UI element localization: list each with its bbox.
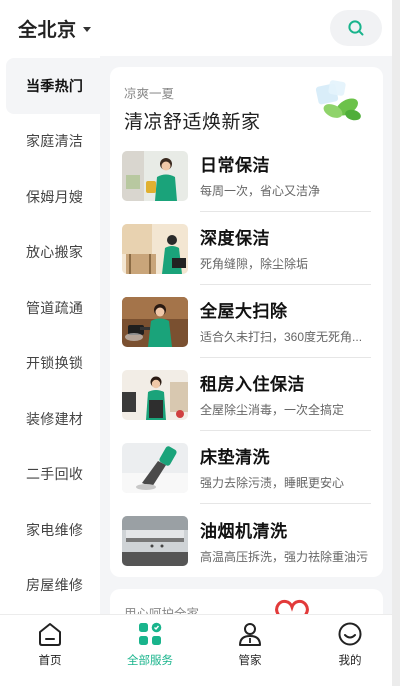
sidebar-item-seasonal[interactable]: 当季热门 [6, 58, 100, 114]
sidebar-item-home-cleaning[interactable]: 家庭清洁 [0, 114, 100, 170]
service-desc: 每周一次，省心又洁净 [200, 184, 321, 198]
search-icon [348, 20, 364, 36]
tab-label: 全部服务 [127, 655, 173, 667]
service-item-move-in-cleaning[interactable]: 租房入住保洁 全屋除尘消毒，一次全搞定 [122, 358, 383, 431]
range-hood-photo [122, 515, 188, 566]
mattress-photo [122, 442, 188, 493]
service-card: 凉爽一夏 清凉舒适焕新家 日常保洁 每周一次，省心又洁净 深度保洁 死角缝隙，除… [110, 67, 383, 577]
daily-cleaning-photo [122, 150, 188, 201]
service-name: 租房入住保洁 [200, 375, 305, 394]
service-desc: 适合久未打扫，360度无死角... [200, 330, 363, 344]
tab-label: 我的 [338, 655, 362, 667]
home-icon [39, 623, 61, 646]
sidebar-item-renovation[interactable]: 装修建材 [0, 391, 100, 447]
sidebar-item-appliance-repair[interactable]: 家电维修 [0, 502, 100, 558]
sidebar-item-moving[interactable]: 放心搬家 [0, 225, 100, 281]
tab-label: 管家 [238, 655, 262, 667]
sidebar-item-recycling[interactable]: 二手回收 [0, 447, 100, 503]
grid-icon [139, 622, 162, 645]
service-desc: 强力去除污渍，睡眠更安心 [200, 476, 345, 490]
service-item-mattress[interactable]: 床垫清洗 强力去除污渍，睡眠更安心 [122, 431, 383, 504]
tab-home[interactable]: 首页 [10, 621, 90, 668]
sidebar-item-nanny[interactable]: 保姆月嫂 [0, 169, 100, 225]
window-edge [392, 0, 400, 686]
service-name: 日常保洁 [200, 156, 270, 175]
smiley-icon [338, 622, 362, 646]
top-header: 全北京 [0, 0, 400, 56]
ice-leaf-decoration [315, 80, 361, 121]
move-in-photo [122, 369, 188, 420]
tab-all-services[interactable]: 全部服务 [110, 621, 190, 668]
deep-cleaning-photo [122, 223, 188, 274]
service-desc: 死角缝隙，除尘除垢 [200, 257, 309, 271]
service-name: 床垫清洗 [200, 448, 270, 467]
search-button[interactable] [330, 10, 382, 46]
service-item-full-house[interactable]: 全屋大扫除 适合久未打扫，360度无死角... [122, 285, 383, 358]
service-desc: 全屋除尘消毒，一次全搞定 [200, 403, 345, 417]
service-item-deep-cleaning[interactable]: 深度保洁 死角缝隙，除尘除垢 [122, 212, 383, 285]
category-sidebar: 当季热门 家庭清洁 保姆月嫂 放心搬家 管道疏通 开锁换锁 装修建材 二手回收 … [0, 56, 100, 614]
person-icon [239, 623, 261, 646]
service-item-daily-cleaning[interactable]: 日常保洁 每周一次，省心又洁净 [122, 139, 383, 212]
service-item-range-hood[interactable]: 油烟机清洗 高温高压拆洗，强力祛除重油污 [122, 504, 383, 577]
tab-label: 首页 [38, 655, 62, 667]
service-name: 油烟机清洗 [200, 521, 288, 541]
full-house-photo [122, 296, 188, 347]
city-name: 全北京 [18, 19, 77, 41]
sidebar-item-locksmith[interactable]: 开锁换锁 [0, 336, 100, 392]
city-selector[interactable]: 全北京 [18, 15, 91, 42]
service-desc: 高温高压拆洗，强力祛除重油污 [200, 549, 369, 564]
bottom-tab-bar: 首页 全部服务 管家 我的 [0, 614, 400, 686]
caret-down-icon [82, 26, 91, 32]
promo-banner[interactable]: 凉爽一夏 清凉舒适焕新家 [110, 67, 383, 139]
tab-mine[interactable]: 我的 [310, 621, 390, 668]
tab-butler[interactable]: 管家 [210, 621, 290, 668]
service-name: 深度保洁 [200, 229, 270, 248]
sidebar-item-pipe[interactable]: 管道疏通 [0, 280, 100, 336]
sidebar-item-house-repair[interactable]: 房屋维修 [0, 558, 100, 614]
service-name: 全屋大扫除 [200, 302, 288, 321]
